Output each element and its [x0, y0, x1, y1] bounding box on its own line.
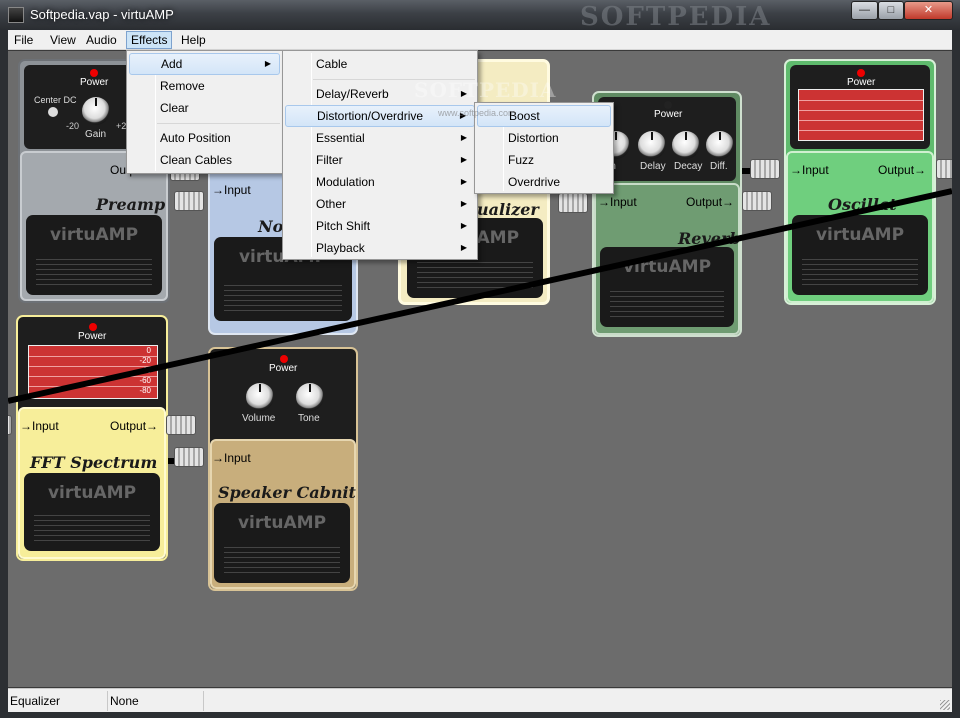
chevron-right-icon: ▶ — [460, 133, 467, 142]
chevron-right-icon: ▶ — [460, 177, 467, 186]
menu-delay-reverb-label: Delay/Reverb — [316, 87, 389, 101]
input-jack[interactable] — [174, 191, 204, 211]
output-jack[interactable] — [750, 159, 780, 179]
menu-modulation-label: Modulation — [316, 175, 375, 189]
window-title: Softpedia.vap - virtuAMP — [30, 7, 174, 22]
menu-remove[interactable]: Remove — [129, 75, 280, 97]
menu-essential-label: Essential — [316, 131, 365, 145]
menu-bar: File View Audio Effects Help — [8, 30, 952, 50]
input-jack[interactable] — [742, 191, 772, 211]
menu-pitch-shift-label: Pitch Shift — [316, 219, 371, 233]
menu-filter[interactable]: Filter ▶ — [285, 149, 475, 171]
menu-overdrive[interactable]: Overdrive — [477, 171, 611, 193]
menu-add-label: Add — [161, 57, 183, 71]
cable[interactable] — [8, 188, 952, 404]
chevron-right-icon: ▶ — [264, 59, 271, 68]
softpedia-overlay-watermark: SOFTPEDIA — [414, 78, 557, 102]
input-jack[interactable] — [558, 193, 588, 213]
menu-distortion[interactable]: Distortion — [477, 127, 611, 149]
menu-audio[interactable]: Audio — [82, 31, 121, 49]
resize-grip-icon[interactable] — [940, 700, 950, 710]
status-bar: Equalizer None — [8, 688, 952, 712]
menu-playback-label: Playback — [316, 241, 365, 255]
menu-auto-position[interactable]: Auto Position — [129, 127, 280, 149]
maximize-button[interactable]: □ — [878, 1, 904, 20]
output-jack[interactable] — [936, 159, 952, 179]
menu-essential[interactable]: Essential ▶ — [285, 127, 475, 149]
menu-other[interactable]: Other ▶ — [285, 193, 475, 215]
input-jack[interactable] — [174, 447, 204, 467]
effects-menu: Add ▶ Remove Clear Auto Position Clean C… — [126, 50, 283, 174]
input-jack[interactable] — [8, 415, 12, 435]
menu-view[interactable]: View — [46, 31, 80, 49]
status-info: None — [108, 691, 204, 711]
menu-distortion-overdrive-label: Distortion/Overdrive — [317, 109, 424, 123]
softpedia-watermark: SOFTPEDIA — [580, 2, 772, 32]
menu-other-label: Other — [316, 197, 347, 211]
menu-clear[interactable]: Clear — [129, 97, 280, 119]
minimize-button[interactable]: — — [851, 1, 878, 20]
chevron-right-icon: ▶ — [460, 243, 467, 252]
chevron-right-icon: ▶ — [460, 155, 467, 164]
output-jack[interactable] — [166, 415, 196, 435]
menu-separator — [157, 123, 280, 124]
status-selected-effect: Equalizer — [8, 691, 108, 711]
close-button[interactable]: ✕ — [904, 1, 953, 20]
menu-playback[interactable]: Playback ▶ — [285, 237, 475, 259]
app-icon — [8, 7, 24, 23]
menu-cable[interactable]: Cable — [285, 53, 475, 75]
menu-filter-label: Filter — [316, 153, 343, 167]
chevron-right-icon: ▶ — [460, 221, 467, 230]
softpedia-overlay-url: www.softpedia.com — [438, 108, 516, 118]
menu-effects[interactable]: Effects — [126, 31, 173, 49]
chevron-right-icon: ▶ — [460, 199, 467, 208]
menu-help[interactable]: Help — [177, 31, 210, 49]
title-bar: Softpedia.vap - virtuAMP SOFTPEDIA — □ ✕ — [0, 0, 960, 32]
menu-clean-cables[interactable]: Clean Cables — [129, 149, 280, 171]
menu-fuzz[interactable]: Fuzz — [477, 149, 611, 171]
menu-add[interactable]: Add ▶ — [129, 53, 280, 75]
menu-pitch-shift[interactable]: Pitch Shift ▶ — [285, 215, 475, 237]
menu-file[interactable]: File — [10, 31, 37, 49]
menu-modulation[interactable]: Modulation ▶ — [285, 171, 475, 193]
